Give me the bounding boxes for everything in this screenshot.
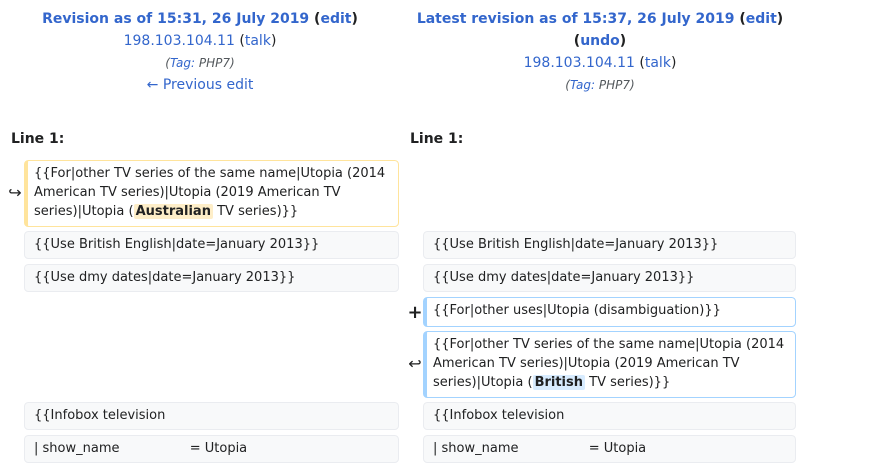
undo-link[interactable]: undo (580, 33, 620, 49)
old-line-number: Line 1: (11, 131, 65, 147)
moved-out-marker-icon[interactable]: ↪ (6, 183, 24, 202)
old-revision-link[interactable]: Revision as of 15:31, 26 July 2019 (42, 11, 309, 27)
new-talk-link[interactable]: talk (645, 55, 671, 71)
new-tag-line: (Tag: PHP7) (565, 78, 635, 92)
added-marker-icon: + (407, 302, 423, 323)
old-tag-value: PHP7 (198, 56, 231, 70)
old-tag-line: (Tag: PHP7) (165, 56, 235, 70)
deleted-text-after: TV series)}} (212, 204, 299, 219)
new-revision-header: Latest revision as of 15:37, 26 July 201… (400, 8, 800, 96)
undo-line: (undo) (573, 33, 627, 49)
old-revision-header: Revision as of 15:31, 26 July 2019 (edit… (0, 8, 400, 96)
old-user-link[interactable]: 198.103.104.11 (124, 33, 235, 49)
old-edit-link[interactable]: edit (320, 11, 351, 27)
old-tag-label[interactable]: Tag: (170, 56, 195, 70)
new-edit-link[interactable]: edit (746, 11, 777, 27)
moved-in-marker-icon[interactable]: ↩ (406, 354, 424, 373)
new-user-link[interactable]: 198.103.104.11 (524, 55, 635, 71)
old-revision-title: Revision as of 15:31, 26 July 2019 (edit… (42, 11, 358, 27)
new-user-line: 198.103.104.11 (talk) (523, 55, 677, 71)
deleted-word: Australian (133, 204, 213, 219)
old-talk-link[interactable]: talk (245, 33, 271, 49)
old-user-line: 198.103.104.11 (talk) (123, 33, 277, 49)
new-revision-title: Latest revision as of 15:37, 26 July 201… (416, 11, 784, 27)
new-revision-link[interactable]: Latest revision as of 15:37, 26 July 201… (417, 11, 735, 27)
context-line-left: | show_name = Utopia (24, 435, 399, 463)
context-line-left: {{Use dmy dates|date=January 2013}} (24, 264, 399, 292)
previous-edit-link[interactable]: ← Previous edit (147, 77, 254, 93)
added-word: British (532, 375, 586, 390)
added-line-cell: {{For|other uses|Utopia (disambiguation)… (423, 297, 796, 327)
new-tag-label[interactable]: Tag: (570, 78, 595, 92)
context-line-right: {{Use British English|date=January 2013}… (423, 231, 796, 259)
new-line-number: Line 1: (410, 131, 464, 147)
context-line-left: {{Infobox television (24, 402, 399, 430)
context-line-right: | show_name = Utopia (423, 435, 796, 463)
context-line-right: {{Use dmy dates|date=January 2013}} (423, 264, 796, 292)
new-tag-value: PHP7 (598, 78, 631, 92)
moved-text-after: TV series)}} (585, 375, 671, 390)
deleted-line-cell: {{For|other TV series of the same name|U… (24, 160, 399, 227)
context-line-left: {{Use British English|date=January 2013}… (24, 231, 399, 259)
context-line-right: {{Infobox television (423, 402, 796, 430)
moved-line-cell: {{For|other TV series of the same name|U… (423, 331, 796, 398)
